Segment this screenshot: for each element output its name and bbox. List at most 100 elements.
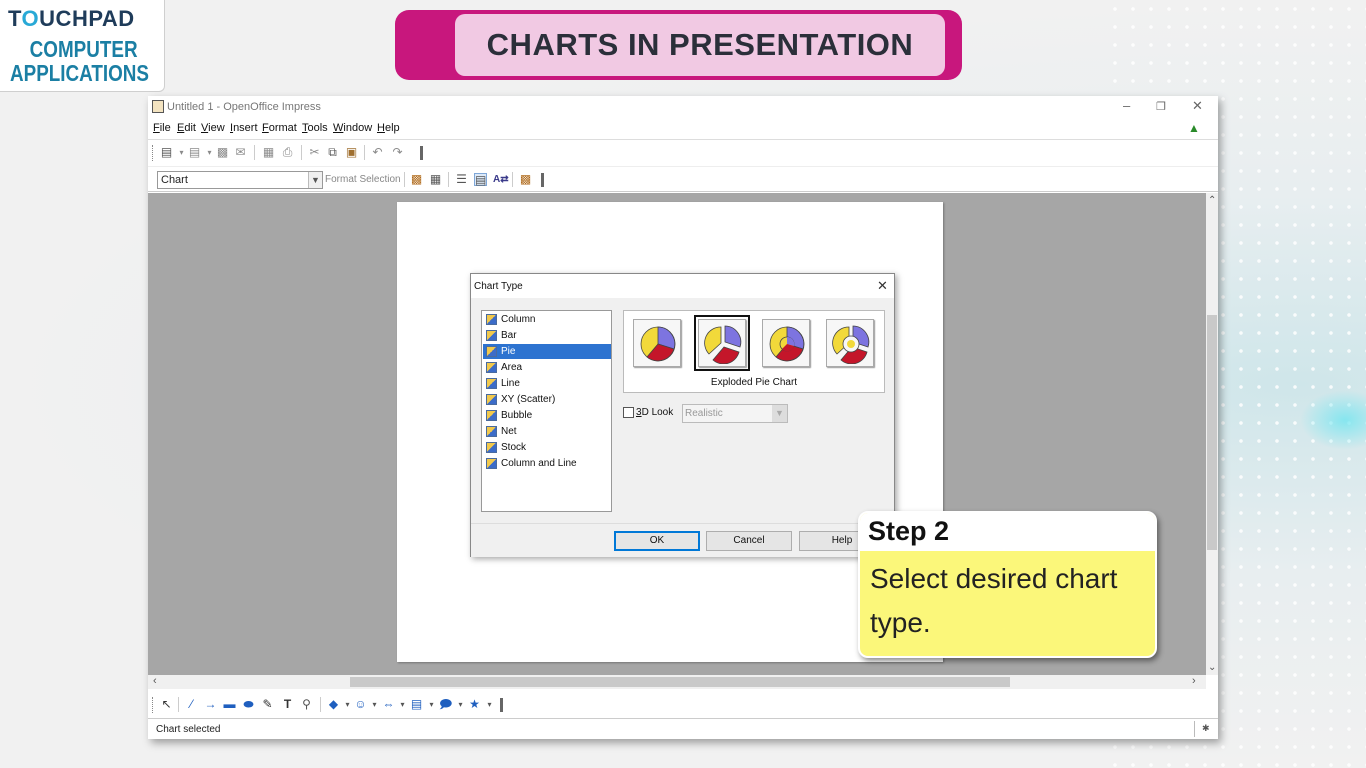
paste-icon[interactable]: ▣ [345, 146, 358, 159]
toolbar-overflow-icon[interactable] [420, 146, 424, 160]
toolbar-separator [301, 145, 302, 160]
chart-type-bubble[interactable]: Bubble [483, 408, 611, 423]
select-pointer-icon[interactable]: ↖ [160, 698, 173, 711]
close-icon[interactable]: ✕ [1192, 98, 1203, 114]
callouts-icon[interactable]: ⚲ [300, 698, 313, 711]
copy-icon[interactable]: ⧉ [326, 146, 339, 159]
chart-type-net[interactable]: Net [483, 424, 611, 439]
horizontal-scroll-thumb[interactable] [350, 677, 1010, 687]
scroll-right-icon[interactable]: › [1192, 675, 1196, 687]
flowchart-icon[interactable]: ▤ [410, 698, 423, 711]
exploded-pie-variant[interactable] [694, 315, 750, 371]
chart-type-area[interactable]: Area [483, 360, 611, 375]
status-bar: Chart selected ✱ [148, 718, 1218, 739]
line-icon[interactable]: ⁄ [185, 698, 198, 711]
menu-window[interactable]: Window [333, 122, 372, 134]
update-icon[interactable]: ▲ [1188, 121, 1200, 135]
redo-icon[interactable]: ↷ [391, 146, 404, 159]
save-icon[interactable]: ▩ [216, 146, 229, 159]
chart-type-line[interactable]: Line [483, 376, 611, 391]
chart-type-column-and-line[interactable]: Column and Line [483, 456, 611, 471]
dropdown-arrow-icon[interactable]: ▾ [175, 146, 188, 159]
new-document-icon[interactable]: ▤ [160, 146, 173, 159]
callout-shapes-icon[interactable]: 🗩 [439, 698, 452, 711]
area-chart-icon [486, 362, 497, 373]
menu-insert[interactable]: Insert [230, 122, 258, 134]
cut-icon[interactable]: ✂ [308, 146, 321, 159]
chevron-down-icon[interactable]: ▼ [308, 172, 322, 188]
vertical-scroll-thumb[interactable] [1207, 315, 1217, 550]
toolbar-overflow-icon[interactable] [500, 698, 504, 712]
insert-chart-icon[interactable]: ▩ [519, 173, 532, 186]
ok-button[interactable]: OK [614, 531, 700, 551]
menu-view[interactable]: View [201, 122, 225, 134]
dropdown-arrow-icon[interactable]: ▾ [483, 698, 496, 711]
symbol-shapes-icon[interactable]: ☺ [354, 698, 367, 711]
bar-chart-icon [486, 330, 497, 341]
text-icon[interactable]: T [281, 698, 294, 711]
dropdown-arrow-icon[interactable]: ▾ [454, 698, 467, 711]
chart-type-icon[interactable]: ▩ [410, 173, 423, 186]
3d-scheme-select[interactable]: Realistic ▼ [682, 404, 788, 423]
chart-type-bar[interactable]: Bar [483, 328, 611, 343]
3d-look-checkbox[interactable] [623, 407, 634, 418]
freeform-line-icon[interactable]: ✎ [261, 698, 274, 711]
chart-type-pie[interactable]: Pie [483, 344, 611, 359]
toolbar-grip[interactable] [152, 697, 155, 713]
minimize-icon[interactable]: – [1123, 98, 1130, 113]
open-icon[interactable]: ▤ [188, 146, 201, 159]
print-icon[interactable]: ⎙ [281, 146, 294, 159]
stars-icon[interactable]: ★ [468, 698, 481, 711]
menu-file[interactable]: File [153, 122, 171, 134]
data-table-icon[interactable]: ▦ [429, 173, 442, 186]
format-selection-button[interactable]: Format Selection [325, 174, 401, 185]
donut-variant[interactable] [762, 319, 810, 367]
menu-format[interactable]: Format [262, 122, 297, 134]
dropdown-arrow-icon[interactable]: ▾ [396, 698, 409, 711]
step-heading: Step 2 [860, 513, 1155, 551]
dropdown-arrow-icon[interactable]: ▾ [341, 698, 354, 711]
toolbar-grip[interactable] [152, 145, 155, 161]
dropdown-arrow-icon[interactable]: ▾ [368, 698, 381, 711]
window-title: Untitled 1 - OpenOffice Impress [167, 101, 321, 113]
chart-toolbar: Chart ▼ Format Selection ▩ ▦ ☰ ▤ A⇄ ▩ [148, 166, 1218, 192]
scale-text-icon[interactable]: A⇄ [493, 173, 509, 186]
toolbar-overflow-icon[interactable] [541, 173, 545, 187]
dropdown-arrow-icon[interactable]: ▾ [203, 146, 216, 159]
export-pdf-icon[interactable]: ▦ [262, 146, 275, 159]
menu-tools[interactable]: Tools [302, 122, 328, 134]
rectangle-icon[interactable]: ▬ [223, 698, 236, 711]
basic-shapes-icon[interactable]: ◆ [327, 698, 340, 711]
email-icon[interactable]: ✉ [234, 146, 247, 159]
dialog-close-icon[interactable]: ✕ [877, 278, 888, 294]
scroll-left-icon[interactable]: ‹ [153, 675, 157, 687]
chart-element-select[interactable]: Chart ▼ [157, 171, 323, 189]
chart-type-xy-scatter[interactable]: XY (Scatter) [483, 392, 611, 407]
block-arrows-icon[interactable]: ⇔ [382, 698, 395, 711]
vertical-scrollbar[interactable]: ⌃ ⌄ [1206, 193, 1218, 675]
dropdown-arrow-icon[interactable]: ▾ [425, 698, 438, 711]
column-and-line-chart-icon [486, 458, 497, 469]
cancel-button[interactable]: Cancel [706, 531, 792, 551]
chart-type-stock[interactable]: Stock [483, 440, 611, 455]
donut-icon [769, 326, 805, 362]
chart-type-column[interactable]: Column [483, 312, 611, 327]
scroll-up-icon[interactable]: ⌃ [1208, 195, 1216, 206]
3d-scheme-value: Realistic [685, 408, 723, 419]
horizontal-grids-icon[interactable]: ☰ [455, 173, 468, 186]
normal-pie-variant[interactable] [633, 319, 681, 367]
toolbar-separator [364, 145, 365, 160]
ellipse-icon[interactable]: ⬬ [242, 698, 255, 711]
chevron-down-icon[interactable]: ▼ [772, 405, 787, 422]
menu-edit[interactable]: Edit [177, 122, 196, 134]
normal-pie-icon [640, 326, 676, 362]
scroll-down-icon[interactable]: ⌄ [1208, 662, 1216, 673]
legend-icon[interactable]: ▤ [474, 173, 487, 187]
exploded-donut-variant[interactable] [826, 319, 874, 367]
menu-help[interactable]: Help [377, 122, 400, 134]
horizontal-scrollbar[interactable]: ‹ › [148, 675, 1206, 689]
undo-icon[interactable]: ↶ [371, 146, 384, 159]
arrow-line-icon[interactable]: → [204, 698, 217, 711]
restore-icon[interactable]: ❐ [1156, 100, 1166, 113]
toolbar-separator [404, 172, 405, 187]
